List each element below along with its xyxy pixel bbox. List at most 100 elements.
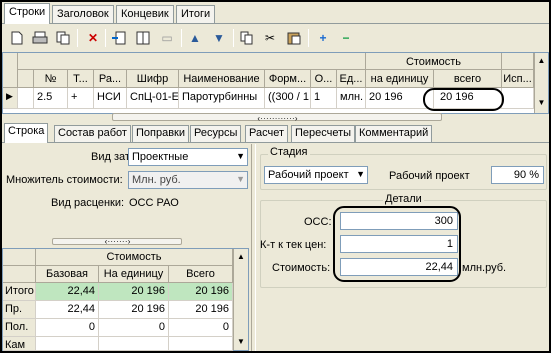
stage-title: Стадия (268, 146, 310, 158)
col-header-extra-label: Исп... (503, 73, 532, 85)
delete-icon[interactable]: ✕ (84, 29, 102, 47)
scroll-down-icon[interactable]: ▼ (234, 334, 248, 350)
multiplier-select[interactable]: Млн. руб. ▼ (128, 171, 248, 189)
row-indicator[interactable]: ▶ (3, 88, 18, 109)
bgrid-row-label: Итого (3, 283, 36, 301)
bgrid-cell-text: 0 (222, 321, 229, 333)
cell-code[interactable]: СпЦ-01-Е (127, 88, 179, 109)
col-header-name[interactable]: Наименование (179, 70, 265, 88)
new-doc-icon[interactable] (8, 29, 26, 47)
bgrid-cell[interactable] (99, 337, 169, 351)
bottom-splitter-handle[interactable]: ‹ · · · · · · · › (52, 238, 182, 246)
col-header-total-label: всего (453, 73, 482, 85)
col-header-o[interactable]: О... (311, 70, 337, 88)
bgrid-col-per-unit[interactable]: На единицу (99, 266, 169, 283)
bgrid-vscroll[interactable]: ▲ ▼ (233, 249, 248, 350)
col-header-total[interactable]: всего (434, 70, 502, 88)
col-header-blank[interactable] (18, 70, 34, 88)
move-up-icon[interactable]: ▲ (186, 29, 204, 47)
hscroll-thumb[interactable]: ‹ · · · · · · · · · · · · › (112, 113, 442, 123)
cell-unit[interactable]: млн. (337, 88, 366, 109)
bgrid-cell[interactable]: 0 (99, 319, 169, 337)
scroll-down-icon[interactable]: ▼ (535, 95, 548, 111)
scroll-up-icon[interactable]: ▲ (234, 249, 248, 265)
bgrid-col-base[interactable]: Базовая (36, 266, 99, 283)
cost-group-header: Стоимость (366, 53, 502, 70)
bgrid-cell[interactable]: 20 196 (169, 301, 233, 319)
bgrid-cell[interactable]: 0 (36, 319, 99, 337)
tab-totals[interactable]: Итоги (176, 5, 216, 23)
chevron-down-icon: ▼ (236, 151, 245, 161)
top-tab-bar: Строки Заголовок Концевик Итоги (2, 2, 549, 24)
cell-extra[interactable] (502, 88, 534, 109)
col-header-type[interactable]: Т... (68, 70, 94, 88)
expand-icon[interactable]: + (314, 29, 332, 47)
bgrid-col-total[interactable]: Всего (169, 266, 233, 283)
fill-icon[interactable]: ▭ (158, 29, 176, 47)
col-header-num-label: № (44, 73, 57, 85)
tab-comment[interactable]: Комментарий (355, 125, 433, 142)
cell-o-text: 1 (314, 91, 321, 103)
bgrid-cell[interactable]: 22,44 (36, 301, 99, 319)
col-header-formula[interactable]: Форм... (265, 70, 311, 88)
copy-doc-icon[interactable] (54, 29, 72, 47)
tab-resources[interactable]: Ресурсы (190, 125, 242, 142)
tab-header[interactable]: Заголовок (52, 5, 114, 23)
cell-section[interactable]: НСИ (94, 88, 127, 109)
col-header-name-label: Наименование (183, 73, 260, 85)
copy-icon[interactable] (238, 29, 256, 47)
cell-per-unit-text: 20 196 (369, 91, 403, 103)
details-highlight-oval (333, 206, 461, 282)
stage-select[interactable]: Рабочий проект ▼ (264, 166, 368, 184)
cell-name[interactable]: Паротурбинны (179, 88, 265, 109)
stage-percent-field[interactable]: 90 % (491, 166, 544, 184)
scroll-up-icon[interactable]: ▲ (535, 53, 548, 69)
panel-splitter[interactable] (251, 144, 256, 351)
col-header-num[interactable]: № (34, 70, 68, 88)
move-down-icon[interactable]: ▼ (210, 29, 228, 47)
tab-row[interactable]: Строка (4, 123, 49, 143)
tab-rows[interactable]: Строки (4, 3, 51, 24)
stage-text: Рабочий проект (389, 170, 470, 182)
cost-type-select[interactable]: Проектные ▼ (128, 148, 248, 166)
grid-hscroll[interactable]: ‹ · · · · · · · · · · · · › (2, 113, 549, 123)
tab-corrections[interactable]: Поправки (132, 125, 190, 142)
bgrid-cell[interactable]: 22,44 (36, 283, 99, 301)
col-header-unit[interactable]: Ед... (337, 70, 366, 88)
insert-row-icon[interactable] (110, 29, 128, 47)
cell-type[interactable]: + (68, 88, 94, 109)
col-header-per-unit[interactable]: на единицу (366, 70, 434, 88)
paste-icon[interactable] (285, 29, 303, 47)
toolbar-separator (233, 29, 234, 47)
bgrid-cell[interactable] (169, 337, 233, 351)
tab-recalc[interactable]: Пересчеты (291, 125, 356, 142)
cell-o[interactable]: 1 (311, 88, 337, 109)
print-icon[interactable] (31, 29, 49, 47)
cell-formula[interactable]: ((300 / 1 (265, 88, 311, 109)
tab-calc[interactable]: Расчет (245, 125, 288, 142)
bgrid-cell[interactable]: 20 196 (169, 283, 233, 301)
cell-num[interactable]: 2.5 (34, 88, 68, 109)
col-header-section[interactable]: Ра... (94, 70, 127, 88)
cut-icon[interactable]: ✂ (261, 29, 279, 47)
bgrid-corner (3, 249, 36, 266)
col-header-extra[interactable]: Исп... (502, 70, 534, 88)
col-header-section-label: Ра... (98, 73, 122, 85)
insert-col-icon[interactable] (134, 29, 152, 47)
cell-formula-text: ((300 / 1 (268, 91, 309, 103)
cell-blank[interactable] (18, 88, 34, 109)
bgrid-cell[interactable] (36, 337, 99, 351)
bgrid-cell[interactable]: 0 (169, 319, 233, 337)
grid-vscroll[interactable]: ▲ ▼ (534, 53, 548, 113)
tab-footer[interactable]: Концевик (116, 5, 174, 23)
tab-works[interactable]: Состав работ (54, 125, 131, 142)
collapse-icon[interactable]: − (337, 29, 355, 47)
occ-label: ОСС: (304, 216, 332, 228)
bgrid-group-header: Стоимость (36, 249, 233, 266)
bgrid-cell[interactable]: 20 196 (99, 301, 169, 319)
col-header-type-label: Т... (73, 73, 88, 85)
bgrid-cell[interactable]: 20 196 (99, 283, 169, 301)
cell-unit-text: млн. (340, 91, 364, 103)
col-header-code[interactable]: Шифр (127, 70, 179, 88)
col-header-o-label: О... (314, 73, 333, 85)
